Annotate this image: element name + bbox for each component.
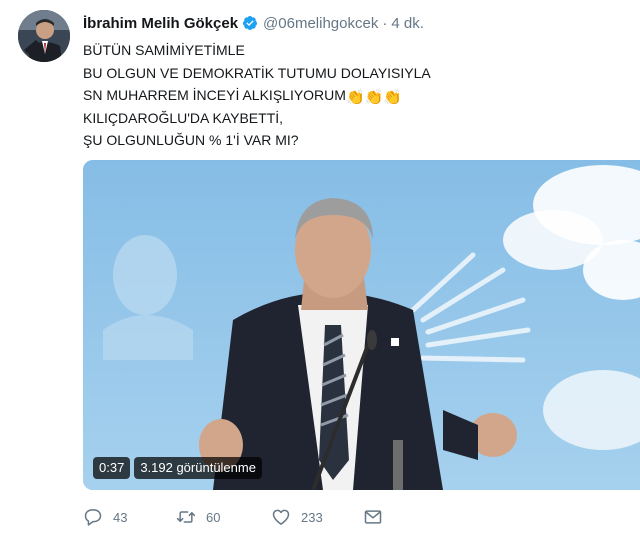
clapping-hands-emoji: 👏 [383, 89, 402, 107]
envelope-icon [364, 510, 382, 524]
tweet-line: ŞU OLGUNLUĞUN % 1'İ VAR MI? [83, 132, 299, 149]
tweet-header: İbrahim Melih Gökçek @06melihgokcek · 4 … [83, 12, 424, 34]
clapping-hands-emoji: 👏 [364, 89, 384, 107]
video-player[interactable]: 0:37 3.192 görüntülenme [83, 160, 640, 490]
tweet-line: BÜTÜN SAMİMİYETİMLE [83, 42, 245, 58]
avatar-image [18, 10, 70, 62]
clapping-hands-emoji: 👏 [345, 89, 365, 107]
tweet-line: SN MUHARREM İNCEYİ ALKIŞLIYORUM👏👏👏 [83, 84, 603, 107]
video-frame [83, 160, 640, 490]
retweet-count: 60 [206, 509, 221, 525]
reply-icon [84, 509, 102, 526]
author-name[interactable]: İbrahim Melih Gökçek [83, 15, 238, 32]
like-count: 233 [301, 509, 323, 525]
direct-message-button[interactable] [363, 507, 383, 527]
tweet-timestamp[interactable]: 4 dk. [391, 15, 424, 32]
retweet-button[interactable]: 60 [176, 507, 220, 527]
reply-button[interactable]: 43 [83, 507, 127, 527]
reply-count: 43 [113, 509, 128, 525]
tweet-line: KILIÇDAROĞLU'DA KAYBETTİ, [83, 109, 284, 126]
video-overlay: 0:37 3.192 görüntülenme [93, 457, 262, 479]
video-view-count: 3.192 görüntülenme [134, 457, 262, 479]
retweet-icon [176, 511, 196, 523]
author-handle[interactable]: @06melihgokcek [263, 15, 378, 32]
tweet-text: BÜTÜN SAMİMİYETİMLE BU OLGUN VE DEMOKRAT… [83, 39, 603, 152]
verified-badge-icon [243, 16, 258, 30]
video-duration: 0:37 [93, 457, 131, 479]
header-separator: · [382, 14, 388, 32]
tweet-line: BU OLGUN VE DEMOKRATİK TUTUMU DOLAYISIYL… [83, 64, 431, 81]
like-button[interactable]: 233 [271, 507, 323, 527]
tweet-line-text: SN MUHARREM İNCEYİ ALKIŞLIYORUM [83, 87, 346, 104]
heart-icon [272, 509, 290, 525]
avatar[interactable] [18, 10, 70, 62]
